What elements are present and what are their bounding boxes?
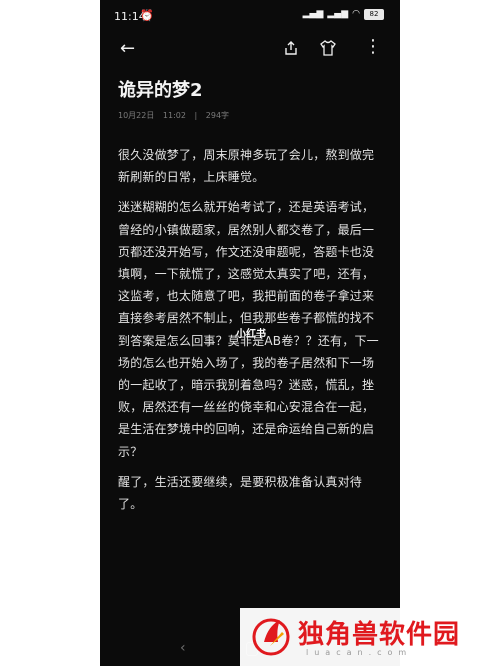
watermark-text: 小红书 [236, 329, 266, 340]
toolbar: ← ⋮ [100, 34, 400, 64]
wifi-icon: ◠ [352, 9, 360, 19]
paragraph-3: 醒了，生活还要继续，是要积极准备认真对待了。 [118, 474, 363, 512]
theme-shirt-icon[interactable] [319, 40, 337, 56]
signal-icon: ▂▄▆ [302, 9, 324, 19]
status-bar: 11:14 ⏰ ▂▄▆ ▂▄▆ ◠ 82 [100, 0, 400, 30]
note-date: 10月22日 [118, 111, 155, 120]
note-meta: 10月22日 11:02 | 294字 [118, 110, 235, 121]
battery-icon: 82 [364, 9, 384, 20]
note-time: 11:02 [162, 111, 186, 120]
brand-domain: luacan.com [306, 648, 413, 657]
brand-name: 独角兽软件园 [298, 620, 461, 650]
more-options-icon[interactable]: ⋮ [364, 38, 382, 56]
site-watermark-logo: 独角兽软件园 luacan.com [240, 608, 500, 666]
note-title: 诡异的梦2 [118, 80, 203, 101]
nav-back-icon[interactable]: ‹ [180, 640, 186, 656]
signal-icon-2: ▂▄▆ [327, 9, 349, 19]
alarm-icon: ⏰ [140, 9, 154, 22]
share-icon[interactable] [283, 40, 299, 56]
note-word-count: 294字 [205, 111, 230, 120]
status-icons: ▂▄▆ ▂▄▆ ◠ 82 [303, 9, 384, 20]
meta-divider: | [194, 111, 198, 120]
unicorn-logo-icon [252, 618, 290, 656]
back-arrow-icon[interactable]: ← [120, 38, 135, 59]
paragraph-1: 很久没做梦了，周末原神多玩了会儿，熬到做完新刷新的日常，上床睡觉。 [118, 148, 375, 185]
phone-screen: 11:14 ⏰ ▂▄▆ ▂▄▆ ◠ 82 ← ⋮ 诡异的梦2 10月22日 11… [100, 0, 400, 666]
